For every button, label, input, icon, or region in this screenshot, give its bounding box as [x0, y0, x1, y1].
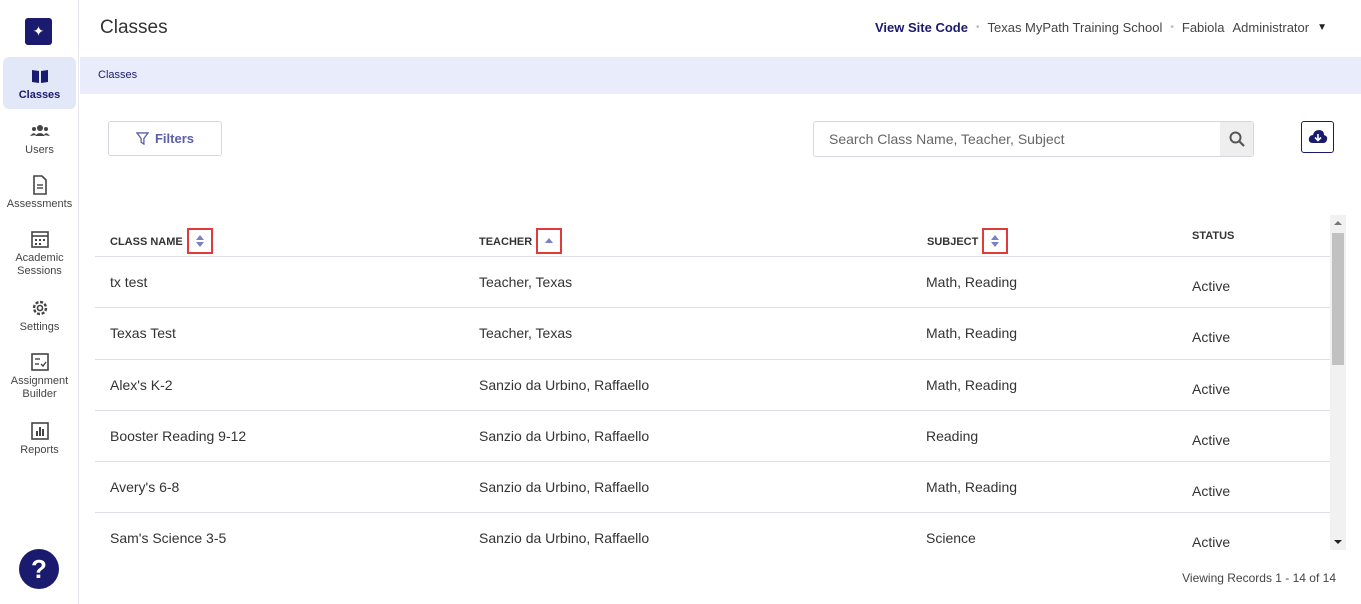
sidebar-item-users[interactable]: Users — [3, 121, 76, 157]
scroll-up-arrow-icon[interactable] — [1334, 221, 1342, 225]
status-cell: Active — [1192, 329, 1231, 346]
sidebar-item-settings[interactable]: Settings — [3, 298, 76, 334]
column-header-class-name[interactable]: CLASS NAME — [110, 228, 213, 254]
sort-both-icon[interactable] — [982, 228, 1009, 254]
help-button[interactable]: ? — [19, 549, 59, 589]
subject-cell: Science — [926, 530, 976, 547]
subject-cell: Reading — [926, 427, 979, 444]
subject-cell: Math, Reading — [926, 479, 1018, 496]
user-role: Administrator — [1232, 20, 1310, 35]
teacher-cell: Sanzio da Urbino, Raffaello — [479, 530, 650, 547]
class-name-cell[interactable]: Sam's Science 3-5 — [110, 530, 226, 546]
users-icon — [29, 125, 50, 136]
column-header-teacher[interactable]: TEACHER — [479, 228, 563, 254]
sidebar: ✦ Classes Users Assessments Academic Ses… — [0, 0, 79, 604]
class-name-cell[interactable]: Booster Reading 9-12 — [110, 428, 246, 444]
scrollbar-thumb[interactable] — [1332, 233, 1344, 365]
records-count: Viewing Records 1 - 14 of 14 — [1182, 571, 1336, 585]
separator-dot: • — [975, 22, 980, 33]
status-cell: Active — [1192, 483, 1231, 500]
separator-dot: • — [1170, 22, 1174, 33]
search-icon — [1229, 131, 1245, 147]
column-header-subject[interactable]: SUBJECT — [927, 228, 1009, 254]
school-name: Texas MyPath Training School — [987, 20, 1163, 35]
sort-ascending-icon[interactable] — [536, 228, 563, 254]
column-header-status: STATUS — [1192, 230, 1234, 242]
class-name-cell[interactable]: Texas Test — [110, 325, 176, 341]
table-row[interactable]: Texas Test Teacher, Texas Math, Reading … — [95, 308, 1330, 360]
header: Classes View Site Code • Texas MyPath Tr… — [80, 0, 1361, 57]
view-site-code-link[interactable]: View Site Code — [875, 20, 968, 35]
sidebar-item-label: Users — [25, 144, 54, 156]
subject-cell: Math, Reading — [926, 274, 1018, 290]
filters-button[interactable]: Filters — [108, 121, 222, 156]
table-header: CLASS NAME TEACHER SUBJECT STATUS — [95, 215, 1330, 257]
calendar-icon — [30, 231, 49, 248]
document-icon — [32, 175, 47, 195]
page-title: Classes — [100, 17, 168, 38]
download-button[interactable] — [1301, 121, 1334, 153]
class-name-cell[interactable]: tx test — [110, 274, 147, 290]
user-name: Fabiola — [1181, 20, 1225, 35]
sidebar-item-label: Academic Sessions — [15, 252, 64, 277]
column-header-label: SUBJECT — [927, 236, 979, 248]
teacher-cell: Teacher, Texas — [479, 274, 573, 290]
teacher-cell: Teacher, Texas — [479, 325, 573, 342]
search-box — [813, 121, 1254, 157]
sort-both-icon[interactable] — [186, 228, 213, 254]
sidebar-item-assignment-builder[interactable]: Assignment Builder — [3, 352, 76, 401]
subject-cell: Math, Reading — [926, 376, 1018, 393]
table-row[interactable]: Sam's Science 3-5 Sanzio da Urbino, Raff… — [95, 513, 1330, 564]
sidebar-item-academic-sessions[interactable]: Academic Sessions — [3, 229, 76, 278]
status-cell: Active — [1192, 278, 1231, 294]
class-name-cell[interactable]: Alex's K-2 — [110, 377, 173, 393]
user-menu-caret-icon[interactable]: ▼ — [1317, 22, 1327, 33]
filter-icon — [135, 132, 149, 145]
search-button[interactable] — [1220, 122, 1253, 156]
scroll-down-arrow-icon[interactable] — [1334, 540, 1342, 544]
sidebar-item-label: Assignment Builder — [10, 375, 69, 400]
status-cell: Active — [1192, 431, 1231, 448]
table-row[interactable]: Booster Reading 9-12 Sanzio da Urbino, R… — [95, 411, 1330, 463]
column-header-label: TEACHER — [479, 236, 533, 248]
classes-table: CLASS NAME TEACHER SUBJECT STATUS tx tes… — [95, 215, 1330, 565]
header-user-area: View Site Code • Texas MyPath Training S… — [875, 20, 1327, 35]
column-header-label: CLASS NAME — [110, 236, 183, 248]
app-logo-icon[interactable]: ✦ — [25, 18, 52, 45]
sidebar-item-assessments[interactable]: Assessments — [3, 175, 76, 211]
sidebar-item-classes[interactable]: Classes — [3, 57, 76, 109]
table-row[interactable]: Alex's K-2 Sanzio da Urbino, Raffaello M… — [95, 360, 1330, 411]
gear-icon — [32, 300, 47, 316]
teacher-cell: Sanzio da Urbino, Raffaello — [479, 427, 650, 444]
sidebar-item-label: Assessments — [6, 198, 73, 210]
cloud-download-icon — [1308, 130, 1327, 143]
sidebar-item-label: Reports — [20, 444, 59, 456]
breadcrumb-bar: Classes — [80, 57, 1361, 94]
class-name-cell[interactable]: Avery's 6-8 — [110, 479, 179, 495]
book-icon — [31, 70, 48, 83]
teacher-cell: Sanzio da Urbino, Raffaello — [479, 479, 650, 496]
sidebar-item-label: Settings — [19, 321, 60, 333]
table-row[interactable]: Avery's 6-8 Sanzio da Urbino, Raffaello … — [95, 462, 1330, 514]
search-input[interactable] — [814, 122, 1220, 156]
bar-chart-icon — [30, 422, 49, 440]
filters-label: Filters — [154, 131, 194, 146]
status-cell: Active — [1192, 534, 1231, 551]
checklist-icon — [30, 353, 49, 371]
column-header-label: STATUS — [1192, 230, 1235, 242]
subject-cell: Math, Reading — [926, 325, 1018, 342]
table-row[interactable]: tx test Teacher, Texas Math, Reading Act… — [95, 257, 1330, 309]
table-scrollbar[interactable] — [1330, 215, 1346, 550]
sidebar-item-label: Classes — [18, 89, 61, 101]
status-cell: Active — [1192, 380, 1231, 397]
breadcrumb[interactable]: Classes — [98, 69, 137, 81]
teacher-cell: Sanzio da Urbino, Raffaello — [479, 376, 650, 393]
sidebar-item-reports[interactable]: Reports — [3, 421, 76, 457]
